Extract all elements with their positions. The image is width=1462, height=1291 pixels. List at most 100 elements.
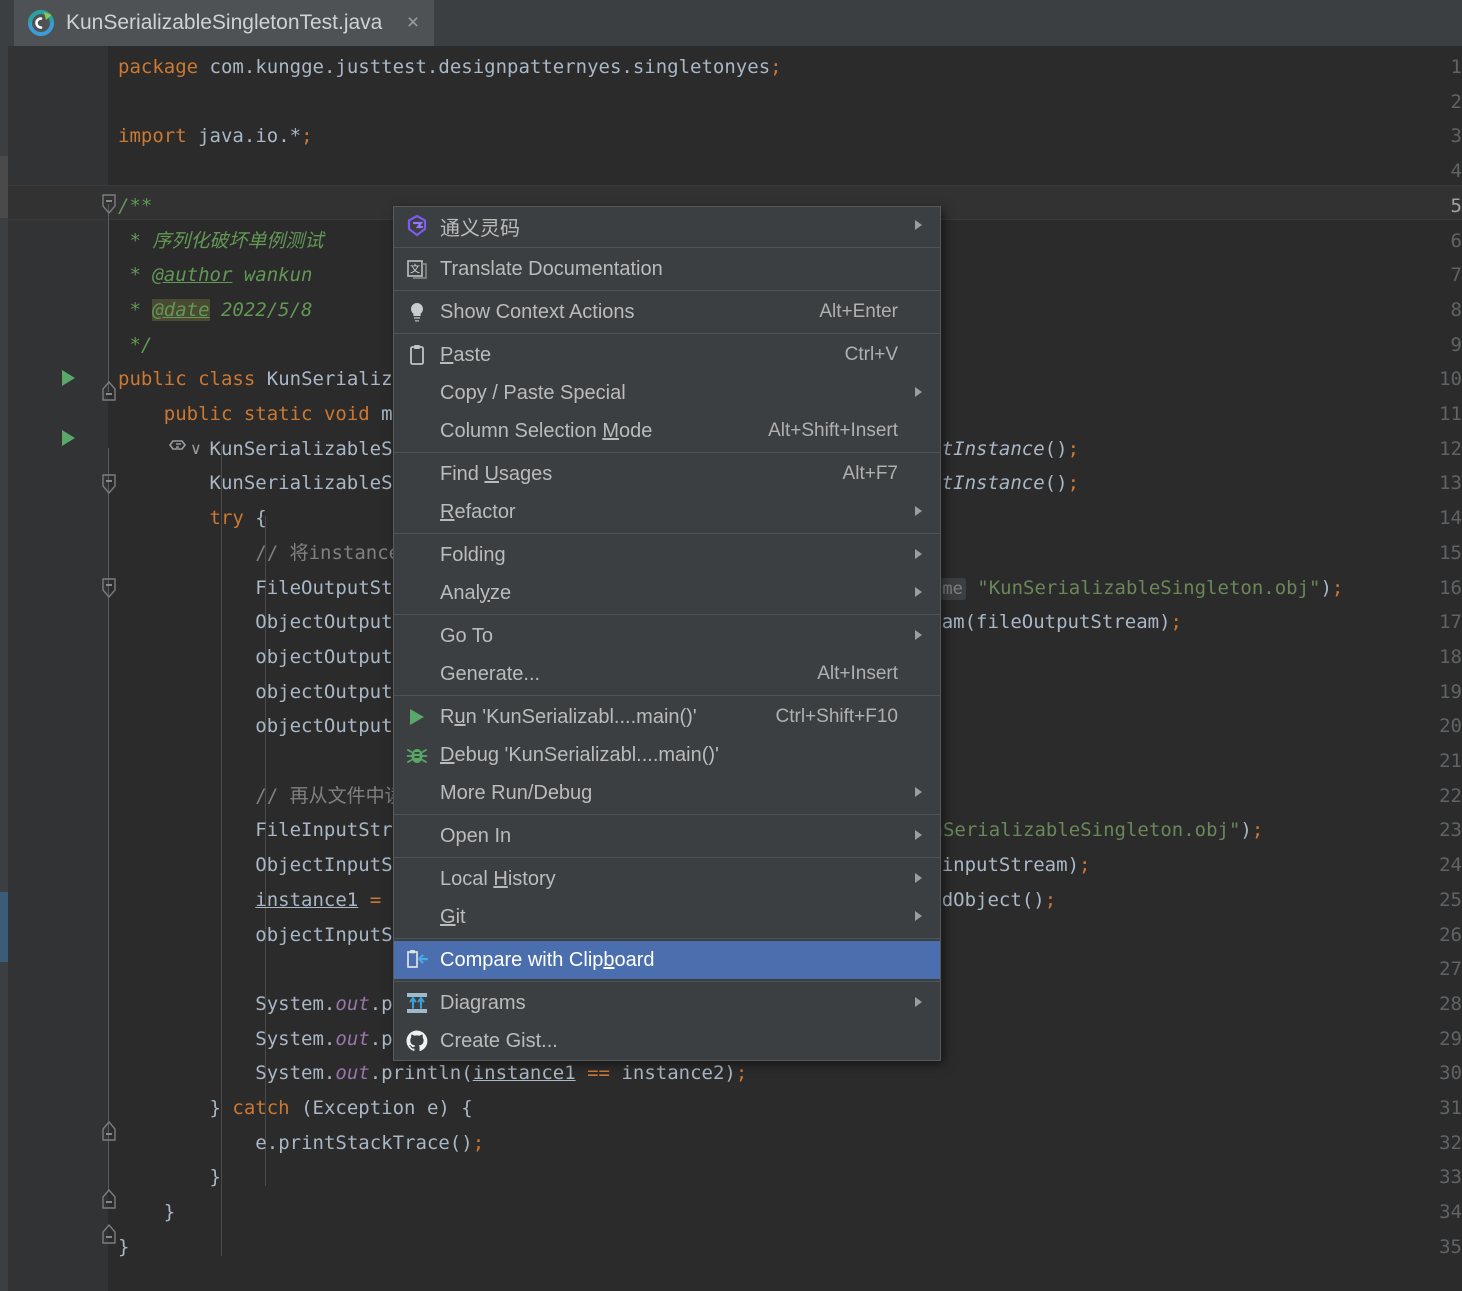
code-line[interactable]: * 序列化破坏单例测试 [118,224,323,259]
menu-item-label: 通义灵码 [440,217,520,240]
menu-item-diagrams[interactable]: Diagrams [394,984,940,1022]
fold-expand-icon[interactable] [101,1223,117,1244]
menu-item-label: Create Gist... [440,1029,558,1052]
menu-item-shortcut: Ctrl+Shift+F10 [775,706,899,727]
menu-item-refactor[interactable]: Refactor [394,493,940,531]
menu-item-local-history[interactable]: Local History [394,860,940,898]
menu-item-debug-main[interactable]: Debug 'KunSerializabl....main()' [394,736,940,774]
menu-item-go-to[interactable]: Go To [394,617,940,655]
vcs-change-marker[interactable] [0,892,8,962]
menu-item-label: Go To [440,624,493,647]
editor-tab-bar: KunSerializableSingletonTest.java × [0,0,1462,47]
run-method-icon[interactable] [58,420,80,455]
menu-item-shortcut: Alt+Enter [819,301,898,322]
fold-collapse-icon[interactable] [101,578,117,599]
intellij-editor-window: KunSerializableSingletonTest.java × 1 2 … [0,0,1462,1291]
menu-separator [394,614,940,615]
menu-separator [394,247,940,248]
editor-gutter[interactable] [8,46,108,1291]
code-line[interactable]: import java.io.*; [118,119,313,154]
menu-item-open-in[interactable]: Open In [394,817,940,855]
submenu-arrow-icon [914,386,926,400]
menu-item-label: Git [440,905,466,928]
menu-item-folding[interactable]: Folding [394,536,940,574]
code-line[interactable]: e.printStackTrace(); [118,1126,484,1161]
code-line[interactable]: } [118,1195,175,1230]
menu-separator [394,695,940,696]
menu-item-label: Generate... [440,662,541,685]
menu-item-label: Open In [440,824,512,847]
run-icon [394,706,440,728]
fold-expand-icon[interactable] [101,1120,117,1141]
menu-item-copy-paste-special[interactable]: Copy / Paste Special [394,374,940,412]
menu-item-show-context-actions[interactable]: Show Context Actions Alt+Enter [394,293,940,331]
menu-separator [394,333,940,334]
menu-item-label: Run 'KunSerializabl....main()' [440,705,697,728]
menu-item-label: Folding [440,543,506,566]
menu-item-translate-documentation[interactable]: 文 Translate Documentation [394,250,940,288]
code-line[interactable]: * @author wankun [118,258,312,293]
fold-region-line [108,551,109,1191]
github-icon [394,1029,440,1053]
editor-left-stripe [0,46,8,1291]
menu-separator [394,938,940,939]
menu-item-label: Translate Documentation [440,257,663,280]
fold-collapse-icon[interactable] [101,194,117,215]
menu-item-compare-with-clipboard[interactable]: Compare with Clipboard [394,941,940,979]
submenu-arrow-icon [914,586,926,600]
submenu-arrow-icon [914,505,926,519]
code-line[interactable]: /** [118,189,152,224]
menu-item-generate[interactable]: Generate... Alt+Insert [394,655,940,693]
submenu-arrow-icon [914,786,926,800]
code-line[interactable]: System.out.println(instance1 == instance… [118,1056,747,1091]
menu-item-find-usages[interactable]: Find Usages Alt+F7 [394,455,940,493]
menu-separator [394,857,940,858]
code-line[interactable]: } [118,1230,129,1265]
menu-separator [394,981,940,982]
menu-item-label: Debug 'KunSerializabl....main()' [440,743,719,766]
menu-item-analyze[interactable]: Analyze [394,574,940,612]
menu-separator [394,452,940,453]
menu-item-git[interactable]: Git [394,898,940,936]
fold-expand-icon[interactable] [101,1188,117,1209]
menu-item-create-gist[interactable]: Create Gist... [394,1022,940,1060]
menu-item-shortcut: Ctrl+V [844,344,898,365]
menu-item-label: Find Usages [440,462,553,485]
tongyi-lingma-icon [394,214,440,238]
code-line[interactable]: } [118,1160,221,1195]
menu-item-paste[interactable]: Paste Ctrl+V [394,336,940,374]
menu-item-more-run-debug[interactable]: More Run/Debug [394,774,940,812]
svg-text:文: 文 [410,263,420,276]
menu-item-label: Paste [440,343,492,366]
code-line[interactable]: */ [118,328,152,363]
code-line[interactable]: try { [118,501,267,536]
diagrams-icon [394,991,440,1015]
code-line[interactable]: } catch (Exception e) { [118,1091,473,1126]
compare-clipboard-icon [394,948,440,972]
editor-context-menu[interactable]: 通义灵码文 Translate Documentation Show Context… [393,206,941,1061]
menu-item-column-selection-mode[interactable]: Column Selection Mode Alt+Shift+Insert [394,412,940,450]
menu-item-shortcut: Alt+Shift+Insert [768,420,898,441]
close-icon[interactable]: × [402,11,424,35]
vcs-change-marker[interactable] [0,156,8,218]
menu-item-label: Show Context Actions [440,300,635,323]
menu-item-label: Copy / Paste Special [440,381,626,404]
code-line[interactable]: * @date 2022/5/8 [118,293,312,328]
lightbulb-icon [394,300,440,324]
menu-separator [394,814,940,815]
menu-item-shortcut: Alt+F7 [842,463,898,484]
code-line[interactable]: package com.kungge.justtest.designpatter… [118,50,782,85]
submenu-arrow-icon [914,548,926,562]
fold-expand-icon[interactable] [101,380,117,401]
editor-tab[interactable]: KunSerializableSingletonTest.java × [14,0,434,46]
menu-item-tongyi-lingma[interactable]: 通义灵码 [394,207,940,245]
run-class-icon[interactable] [58,360,80,395]
submenu-arrow-icon [914,829,926,843]
submenu-arrow-icon [914,910,926,924]
fold-collapse-icon[interactable] [101,474,117,495]
menu-item-label: Diagrams [440,991,526,1014]
menu-item-label: More Run/Debug [440,781,593,804]
menu-item-run-main[interactable]: Run 'KunSerializabl....main()' Ctrl+Shift… [394,698,940,736]
debug-icon [394,744,440,766]
menu-item-label: Column Selection Mode [440,419,653,442]
